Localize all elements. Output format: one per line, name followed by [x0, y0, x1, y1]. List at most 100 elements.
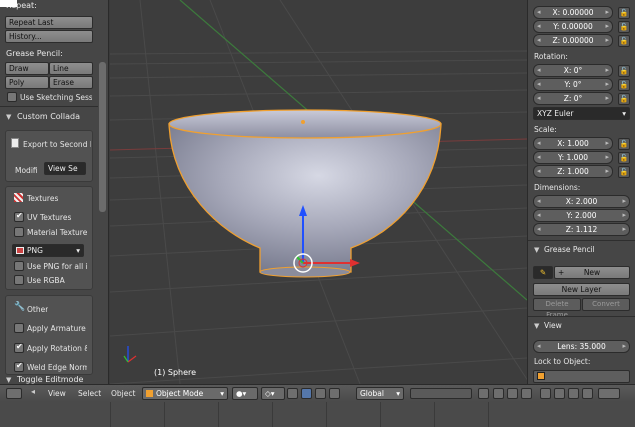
render-animation-icon[interactable] [554, 388, 565, 399]
editor-type-icon[interactable] [6, 388, 22, 399]
viewport-canvas[interactable] [110, 0, 527, 384]
scale-y-field[interactable]: Y: 1.000 [533, 151, 613, 164]
corner-widget[interactable] [0, 0, 17, 7]
uv-textures-checkbox[interactable] [14, 211, 24, 222]
apply-armature-checkbox[interactable] [14, 323, 24, 333]
lens-field[interactable]: Lens: 35.000 [533, 340, 630, 353]
proportional-edit-icon[interactable] [493, 388, 504, 399]
lock-icon[interactable]: 🔓 [618, 35, 630, 47]
lock-icon[interactable]: 🔓 [618, 93, 630, 105]
object-mode-dropdown[interactable]: Object Mode ▾ [142, 387, 228, 400]
location-y-field[interactable]: Y: 0.00000 [533, 20, 613, 33]
repeat-last-button[interactable]: Repeat Last [5, 16, 93, 29]
scene-icon[interactable] [598, 388, 620, 399]
custom-collada-header[interactable]: Custom Collada [17, 112, 80, 121]
menu-object[interactable]: Object [111, 389, 135, 398]
dimensions-x-field[interactable]: X: 2.000 [533, 195, 630, 208]
new-grease-button[interactable]: + New [554, 266, 630, 279]
lock-icon[interactable]: 🔓 [618, 65, 630, 77]
pencil-icon[interactable]: ✎ [533, 266, 553, 279]
image-icon[interactable] [582, 388, 593, 399]
viewport-shading-dropdown[interactable]: ●▾ [232, 387, 258, 400]
object-mode-value: Object Mode [156, 389, 204, 398]
lock-icon[interactable]: 🔓 [618, 166, 630, 178]
grease-pencil-expand-icon[interactable]: ▼ [534, 246, 539, 254]
poly-button[interactable]: Poly [5, 76, 49, 89]
pivot-point-dropdown[interactable]: ◇▾ [261, 387, 285, 400]
rotation-mode-value: XYZ Euler [537, 109, 574, 118]
chevron-down-icon: ▾ [396, 389, 400, 398]
lock-layers-icon[interactable] [478, 388, 489, 399]
texture-icon [14, 193, 23, 202]
new-grease-label: New [583, 268, 601, 277]
rotation-x-field[interactable]: X: 0° [533, 64, 613, 77]
apply-rotation-checkbox[interactable] [14, 342, 24, 353]
erase-button[interactable]: Erase [49, 76, 93, 89]
layer-buttons[interactable] [410, 388, 472, 399]
scale-x-field[interactable]: X: 1.000 [533, 137, 613, 150]
image-format-dropdown[interactable]: PNG ▾ [12, 244, 84, 257]
view-settings-dropdown[interactable]: View Se [44, 162, 86, 175]
toggle-editmode-header[interactable]: Toggle Editmode [17, 375, 83, 384]
lock-icon[interactable]: 🔓 [618, 7, 630, 19]
menu-view[interactable]: View [48, 389, 66, 398]
viewport-header: ◂ View Select Object Object Mode ▾ ●▾ ◇▾… [0, 384, 635, 402]
use-sketching-label: Use Sketching Sessi [20, 93, 92, 102]
dimensions-header: Dimensions: [534, 183, 581, 192]
use-png-label: Use PNG for all i [27, 262, 87, 271]
convert-button[interactable]: Convert [582, 298, 630, 311]
other-header: Other [27, 305, 49, 314]
use-rgba-checkbox[interactable] [14, 275, 24, 285]
material-texture-checkbox[interactable] [14, 227, 24, 237]
scale-manipulator-icon[interactable] [329, 388, 340, 399]
line-button[interactable]: Line [49, 62, 93, 75]
collapse-menu-icon[interactable]: ◂ [31, 387, 39, 398]
view-expand-icon[interactable]: ▼ [534, 322, 539, 330]
image-icon [16, 247, 24, 254]
apply-rotation-label: Apply Rotation & [27, 344, 87, 353]
properties-panel: X: 0.00000 Y: 0.00000 Z: 0.00000 🔓 🔓 🔓 R… [527, 0, 635, 384]
orientation-dropdown[interactable]: Global ▾ [356, 387, 404, 400]
location-x-field[interactable]: X: 0.00000 [533, 6, 613, 19]
rotation-y-field[interactable]: Y: 0° [533, 78, 613, 91]
delete-frame-button[interactable]: Delete Frame [533, 298, 581, 319]
tool-shelf-scrollbar[interactable] [99, 62, 106, 212]
textures-header: Textures [27, 194, 59, 203]
snap-icon[interactable] [507, 388, 518, 399]
lock-icon[interactable]: 🔓 [618, 79, 630, 91]
scale-z-field[interactable]: Z: 1.000 [533, 165, 613, 178]
render-icon[interactable] [540, 388, 551, 399]
apply-armature-label: Apply Armature [27, 324, 86, 333]
manipulator-toggle-icon[interactable] [287, 388, 298, 399]
3d-viewport[interactable]: (1) Sphere [110, 0, 527, 384]
rotate-manipulator-icon[interactable] [315, 388, 326, 399]
lock-icon[interactable]: 🔓 [618, 138, 630, 150]
view-header[interactable]: View [544, 321, 562, 330]
translate-manipulator-icon[interactable] [301, 388, 312, 399]
use-png-checkbox[interactable] [14, 261, 24, 271]
location-z-field[interactable]: Z: 0.00000 [533, 34, 613, 47]
menu-select[interactable]: Select [78, 389, 101, 398]
snap-element-icon[interactable] [521, 388, 532, 399]
grease-pencil-header[interactable]: Grease Pencil [544, 245, 595, 254]
weld-edge-checkbox[interactable] [14, 361, 24, 372]
timeline-area[interactable] [0, 402, 635, 427]
lock-icon[interactable]: 🔓 [618, 152, 630, 164]
plus-icon: + [558, 268, 565, 277]
sphere-mesh[interactable] [168, 109, 442, 278]
lock-icon[interactable]: 🔓 [618, 21, 630, 33]
dimensions-y-field[interactable]: Y: 2.000 [533, 209, 630, 222]
uv-textures-label: UV Textures [27, 213, 72, 222]
rotation-mode-dropdown[interactable]: XYZ Euler ▾ [533, 107, 630, 120]
selected-object-label: (1) Sphere [154, 368, 197, 377]
collada-expand-icon[interactable]: ▼ [6, 113, 11, 121]
lock-object-field[interactable] [533, 370, 630, 383]
new-layer-button[interactable]: New Layer [533, 283, 630, 296]
camera-icon[interactable] [568, 388, 579, 399]
draw-button[interactable]: Draw [5, 62, 49, 75]
dimensions-z-field[interactable]: Z: 1.112 [533, 223, 630, 236]
rotation-z-field[interactable]: Z: 0° [533, 92, 613, 105]
use-sketching-checkbox[interactable] [7, 92, 17, 102]
toggle-editmode-expand-icon[interactable]: ▼ [6, 376, 11, 384]
history-button[interactable]: History... [5, 30, 93, 43]
